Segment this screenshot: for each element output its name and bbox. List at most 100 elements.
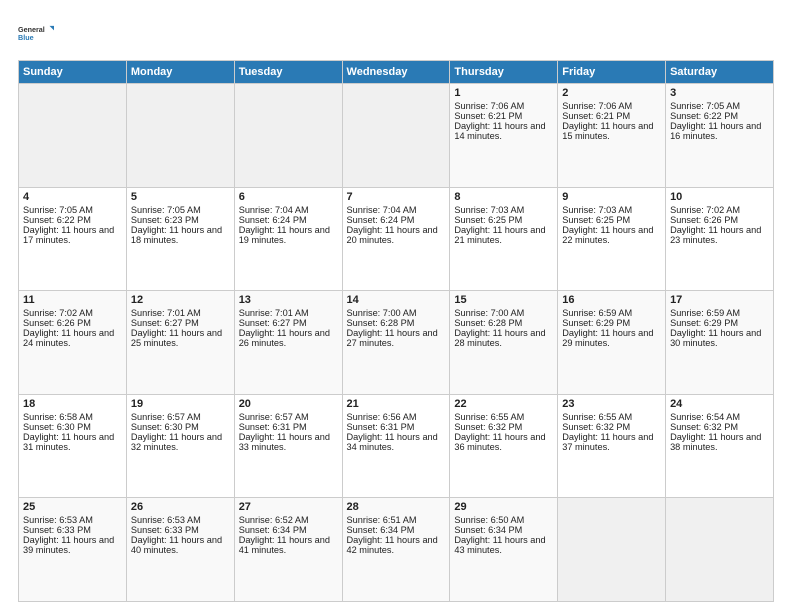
day-info: Sunset: 6:24 PM [239,215,338,225]
col-header-wednesday: Wednesday [342,61,450,84]
day-info: Sunrise: 7:03 AM [454,205,553,215]
day-info: Sunrise: 6:58 AM [23,412,122,422]
day-info: Daylight: 11 hours and 40 minutes. [131,535,230,555]
day-number: 15 [454,294,553,306]
day-info: Daylight: 11 hours and 29 minutes. [562,328,661,348]
day-info: Daylight: 11 hours and 14 minutes. [454,121,553,141]
day-info: Sunrise: 7:00 AM [454,308,553,318]
logo: General Blue [18,16,54,52]
day-info: Daylight: 11 hours and 41 minutes. [239,535,338,555]
calendar-cell: 20 Sunrise: 6:57 AMSunset: 6:31 PMDayligh… [234,394,342,498]
day-number: 13 [239,294,338,306]
day-info: Sunset: 6:34 PM [454,525,553,535]
day-number: 21 [347,398,446,410]
day-info: Sunset: 6:34 PM [239,525,338,535]
day-number: 5 [131,191,230,203]
day-info: Sunrise: 7:05 AM [670,101,769,111]
day-number: 12 [131,294,230,306]
day-info: Sunset: 6:32 PM [562,422,661,432]
day-info: Daylight: 11 hours and 21 minutes. [454,225,553,245]
day-number: 7 [347,191,446,203]
day-info: Daylight: 11 hours and 30 minutes. [670,328,769,348]
day-number: 14 [347,294,446,306]
calendar-cell [558,498,666,602]
svg-text:Blue: Blue [18,33,34,42]
day-info: Sunset: 6:24 PM [347,215,446,225]
col-header-thursday: Thursday [450,61,558,84]
col-header-monday: Monday [126,61,234,84]
day-info: Sunrise: 7:04 AM [347,205,446,215]
day-info: Sunrise: 7:02 AM [23,308,122,318]
day-info: Sunrise: 6:55 AM [562,412,661,422]
day-info: Sunset: 6:23 PM [131,215,230,225]
day-info: Sunset: 6:31 PM [239,422,338,432]
day-number: 29 [454,501,553,513]
day-info: Daylight: 11 hours and 18 minutes. [131,225,230,245]
calendar-cell: 26Sunrise: 6:53 AMSunset: 6:33 PMDayligh… [126,498,234,602]
calendar-cell: 2Sunrise: 7:06 AMSunset: 6:21 PMDaylight… [558,84,666,188]
day-info: Sunset: 6:28 PM [347,318,446,328]
calendar-cell: 15Sunrise: 7:00 AMSunset: 6:28 PMDayligh… [450,291,558,395]
day-info: Daylight: 11 hours and 26 minutes. [239,328,338,348]
day-info: Daylight: 11 hours and 16 minutes. [670,121,769,141]
day-number: 9 [562,191,661,203]
day-info: Sunrise: 7:06 AM [562,101,661,111]
calendar-cell: 3Sunrise: 7:05 AMSunset: 6:22 PMDaylight… [666,84,774,188]
calendar-cell: 13 Sunrise: 7:01 AMSunset: 6:27 PMDayligh… [234,291,342,395]
day-number: 28 [347,501,446,513]
day-info: Sunrise: 6:56 AM [347,412,446,422]
calendar-cell [19,84,127,188]
day-info: Sunrise: 6:57 AM [239,412,338,422]
day-info: Daylight: 11 hours and 42 minutes. [347,535,446,555]
logo-svg: General Blue [18,16,54,52]
day-info: Sunset: 6:33 PM [131,525,230,535]
calendar-cell: 29Sunrise: 6:50 AMSunset: 6:34 PMDayligh… [450,498,558,602]
day-info: Sunrise: 6:59 AM [562,308,661,318]
calendar-cell: 7 Sunrise: 7:04 AMSunset: 6:24 PMDaylight… [342,187,450,291]
day-number: 10 [670,191,769,203]
day-info: Daylight: 11 hours and 39 minutes. [23,535,122,555]
day-info: Daylight: 11 hours and 33 minutes. [239,432,338,452]
day-info: Sunset: 6:29 PM [562,318,661,328]
day-info: Daylight: 11 hours and 37 minutes. [562,432,661,452]
calendar-cell: 6Sunrise: 7:04 AMSunset: 6:24 PMDaylight… [234,187,342,291]
day-info: Sunset: 6:29 PM [670,318,769,328]
calendar-cell [126,84,234,188]
calendar-cell: 10Sunrise: 7:02 AMSunset: 6:26 PMDayligh… [666,187,774,291]
day-info: Sunrise: 6:57 AM [131,412,230,422]
calendar-cell: 22Sunrise: 6:55 AMSunset: 6:32 PMDayligh… [450,394,558,498]
day-number: 22 [454,398,553,410]
calendar-cell: 5Sunrise: 7:05 AMSunset: 6:23 PMDaylight… [126,187,234,291]
day-number: 20 [239,398,338,410]
day-number: 23 [562,398,661,410]
calendar-cell: 9Sunrise: 7:03 AMSunset: 6:25 PMDaylight… [558,187,666,291]
day-info: Daylight: 11 hours and 28 minutes. [454,328,553,348]
day-info: Daylight: 11 hours and 32 minutes. [131,432,230,452]
col-header-friday: Friday [558,61,666,84]
day-info: Sunset: 6:21 PM [562,111,661,121]
calendar-cell: 17Sunrise: 6:59 AMSunset: 6:29 PMDayligh… [666,291,774,395]
calendar-cell [666,498,774,602]
day-number: 1 [454,87,553,99]
calendar-cell [342,84,450,188]
day-info: Daylight: 11 hours and 20 minutes. [347,225,446,245]
day-info: Sunrise: 6:53 AM [131,515,230,525]
day-info: Sunset: 6:32 PM [454,422,553,432]
day-number: 6 [239,191,338,203]
calendar-cell [234,84,342,188]
day-number: 3 [670,87,769,99]
calendar-cell: 8Sunrise: 7:03 AMSunset: 6:25 PMDaylight… [450,187,558,291]
day-info: Sunset: 6:27 PM [239,318,338,328]
day-info: Sunrise: 7:01 AM [239,308,338,318]
day-info: Sunrise: 6:50 AM [454,515,553,525]
day-number: 19 [131,398,230,410]
day-info: Sunrise: 6:51 AM [347,515,446,525]
calendar-table: SundayMondayTuesdayWednesdayThursdayFrid… [18,60,774,602]
day-info: Daylight: 11 hours and 31 minutes. [23,432,122,452]
day-number: 4 [23,191,122,203]
day-number: 11 [23,294,122,306]
day-info: Sunset: 6:33 PM [23,525,122,535]
calendar-cell: 21Sunrise: 6:56 AMSunset: 6:31 PMDayligh… [342,394,450,498]
day-number: 17 [670,294,769,306]
day-info: Sunset: 6:22 PM [23,215,122,225]
